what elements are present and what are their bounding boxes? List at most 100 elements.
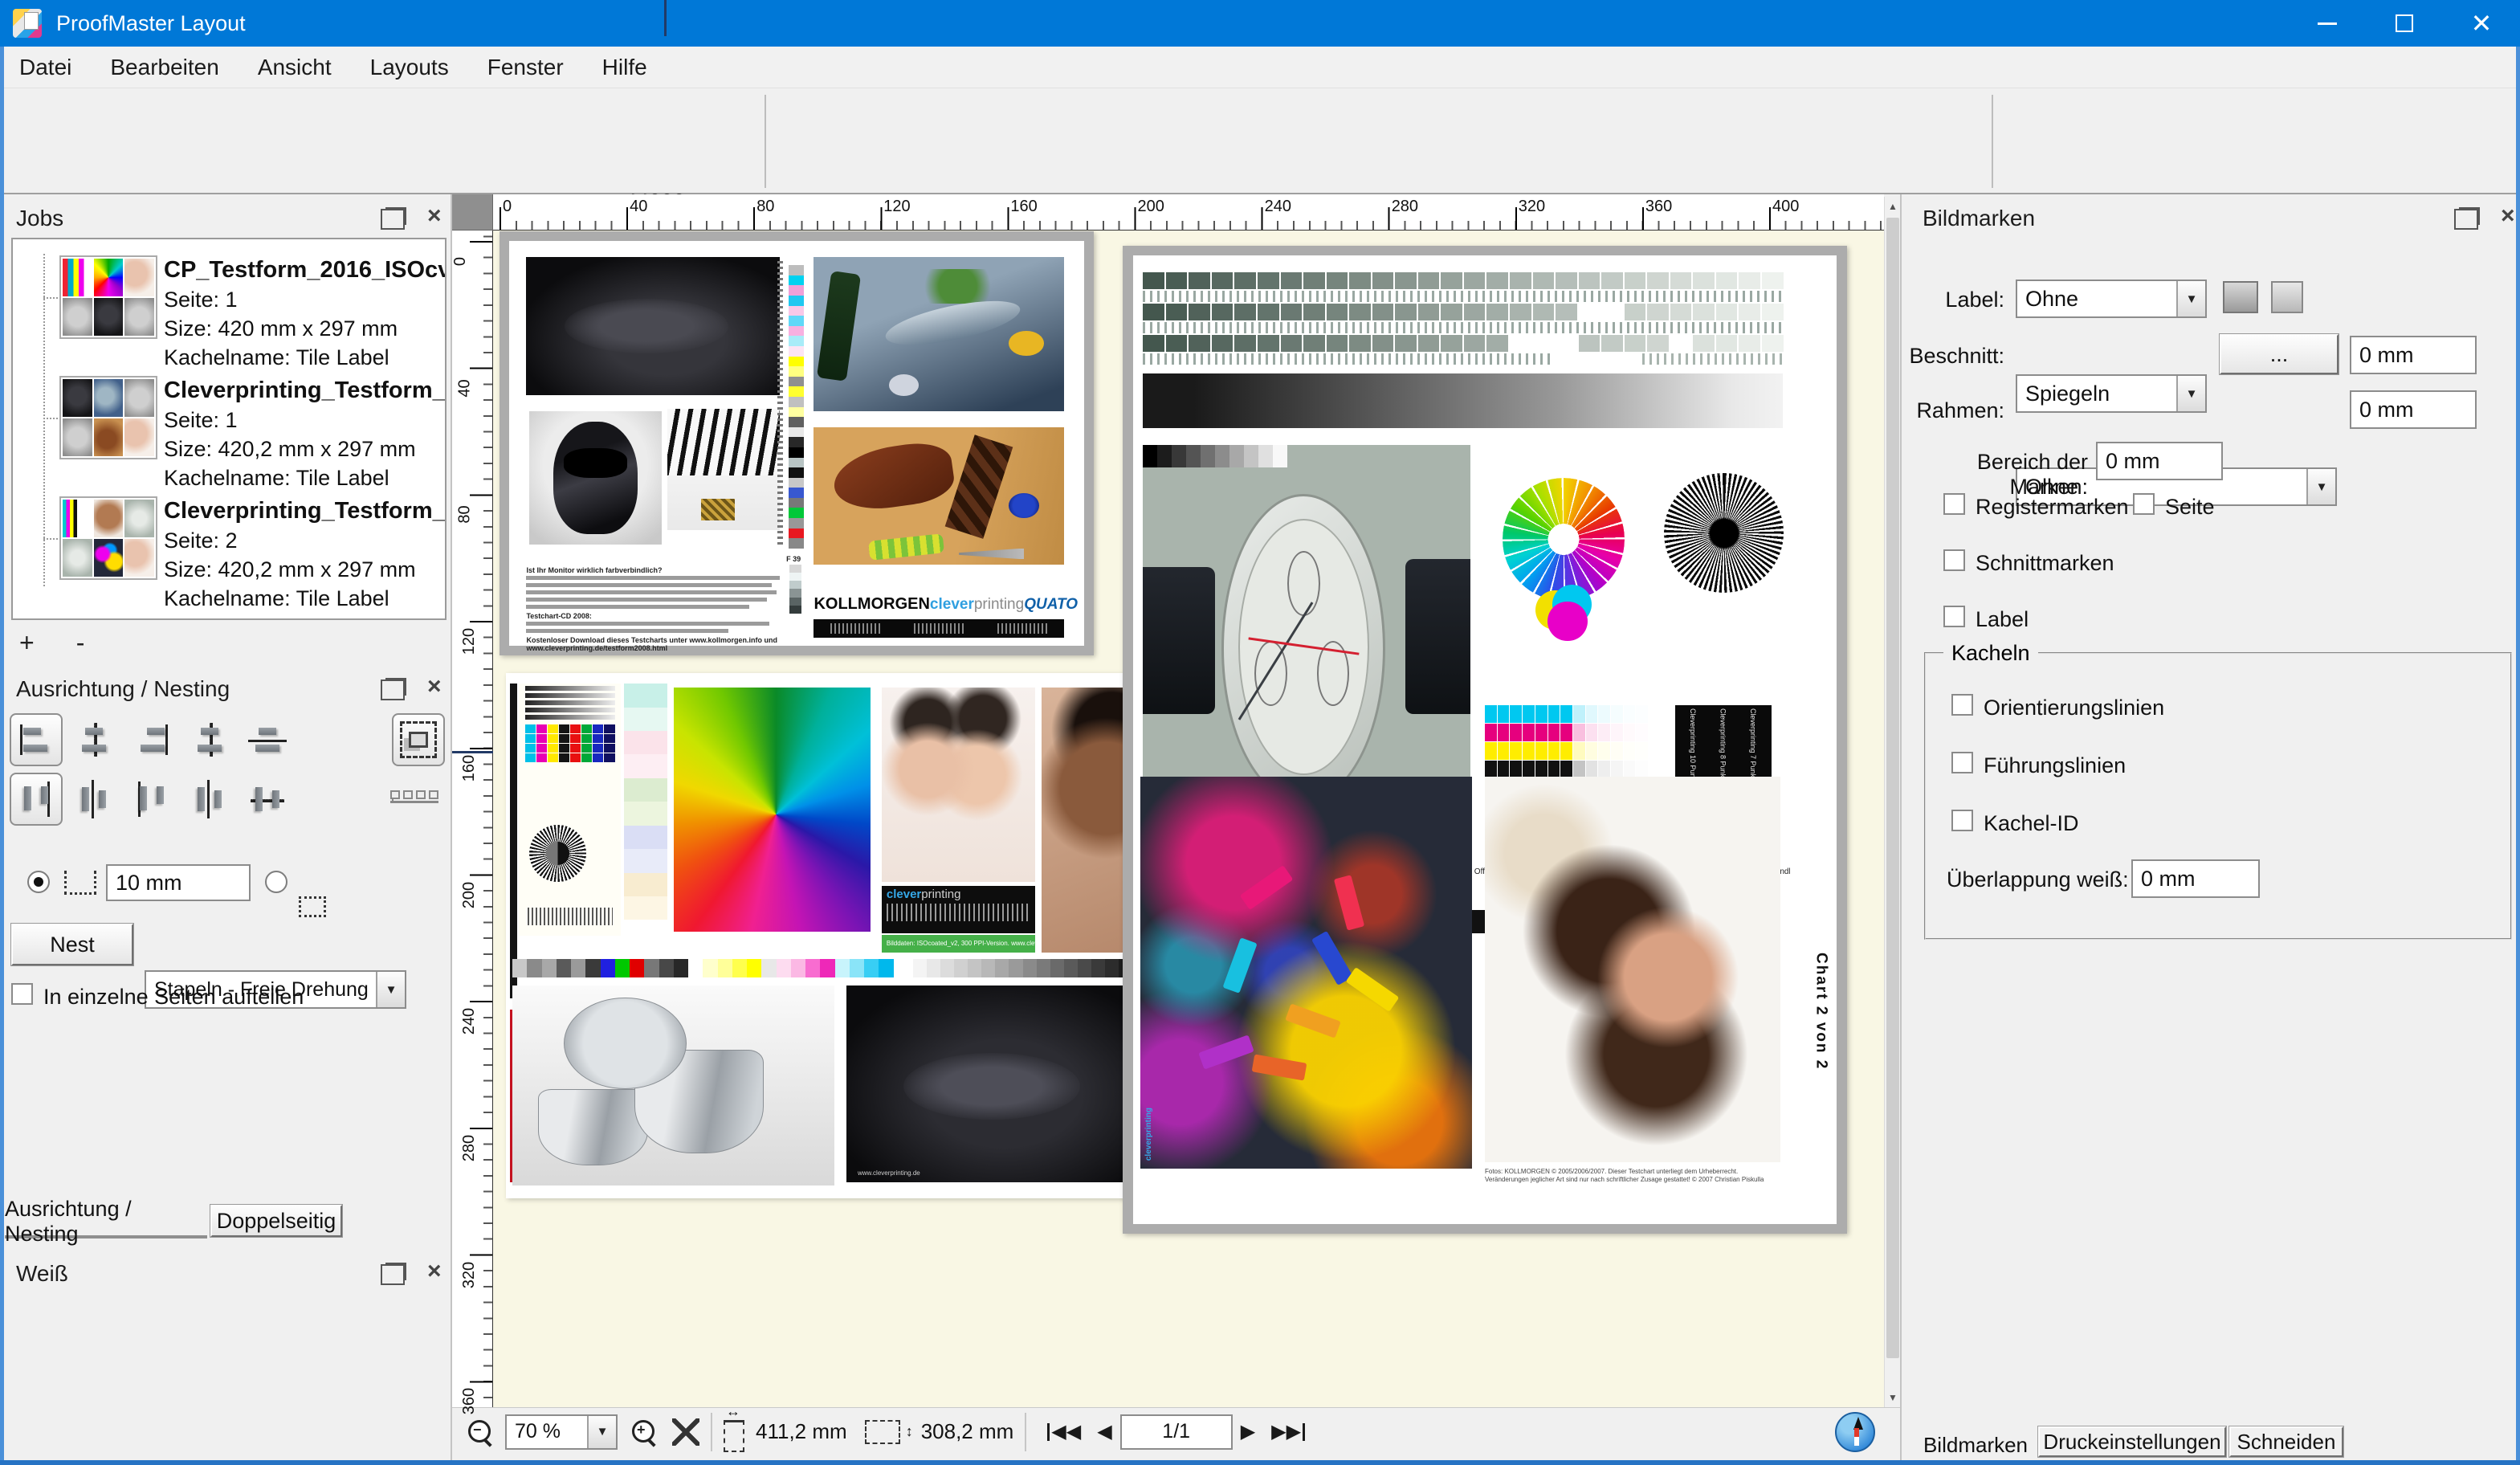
menu-item-bearbeiten[interactable]: Bearbeiten: [91, 48, 238, 87]
close-panel-icon[interactable]: ×: [427, 1263, 442, 1280]
float-panel-icon[interactable]: [385, 207, 406, 225]
tab-doppelseitig[interactable]: Doppelseitig: [210, 1205, 342, 1237]
align-center-h-button[interactable]: [67, 713, 120, 766]
maximize-button[interactable]: [2366, 0, 2443, 47]
sheet2-green-bar: Bilddaten: ISOcoated_v2, 300 PPI-Version…: [882, 935, 1035, 953]
sheet2-cleverprinting-logo: cleverprinting: [882, 886, 1035, 933]
minimize-icon: [2318, 22, 2337, 25]
ruler-left-number: 160: [460, 755, 479, 781]
rahmen-label: Rahmen:: [1902, 398, 2004, 423]
job-list-item[interactable]: Cleverprinting_Testform_200Seite: 1Size:…: [13, 373, 445, 485]
scrollbar-thumb[interactable]: [1886, 218, 1899, 1358]
statusbar-separator: [1025, 1413, 1026, 1451]
sheet1-barcode-strip: [813, 619, 1063, 638]
align-right-button[interactable]: [125, 713, 178, 766]
tab-ausrichtung-nesting[interactable]: Ausrichtung / Nesting: [5, 1208, 207, 1239]
job-list-item[interactable]: Cleverprinting_Testform_200Seite: 2Size:…: [13, 493, 445, 606]
spacing-input[interactable]: 10 mm: [106, 864, 251, 901]
spacing-radio[interactable]: [27, 871, 50, 893]
beschnitt-more-button[interactable]: ...: [2220, 334, 2339, 374]
label-checkbox[interactable]: [1943, 606, 1965, 627]
ruler-left-number: 40: [456, 379, 475, 397]
float-panel-icon[interactable]: [385, 1263, 406, 1280]
scroll-up-icon[interactable]: ▲: [1885, 197, 1901, 216]
sheet3-page[interactable]: Cleverprinting 10 Punkt Cleverprinting 8…: [1133, 255, 1837, 1224]
menu-item-hilfe[interactable]: Hilfe: [583, 48, 667, 87]
used-width-value: 411,2 mm: [756, 1419, 847, 1444]
previous-page-button[interactable]: ◀: [1097, 1420, 1111, 1443]
left-panel-column: Jobs × CP_Testform_2016_ISOcv2_Seite: 1S…: [0, 194, 452, 1465]
schnittmarken-checkbox[interactable]: [1943, 549, 1965, 571]
distribute-h-button[interactable]: [183, 713, 236, 766]
page-number-input[interactable]: 1/1: [1120, 1414, 1233, 1450]
zoom-select[interactable]: 70 %▼: [505, 1414, 618, 1450]
tab-schneiden[interactable]: Schneiden: [2229, 1426, 2343, 1457]
float-panel-icon[interactable]: [2459, 207, 2480, 225]
distribute-v-button[interactable]: [183, 773, 236, 826]
beschnitt-select[interactable]: Spiegeln▼: [2016, 374, 2207, 413]
zoom-fit-button[interactable]: [672, 1418, 699, 1446]
job-thumbnail: [59, 376, 157, 459]
rahmen-mm-input[interactable]: 0 mm: [2350, 390, 2477, 429]
color-wheel-gaps: [1503, 478, 1625, 600]
vertical-scrollbar[interactable]: ▲ ▼: [1884, 197, 1900, 1407]
snap-v-button[interactable]: [241, 773, 294, 826]
jobs-list[interactable]: CP_Testform_2016_ISOcv2_Seite: 1Size: 42…: [11, 238, 447, 620]
scroll-down-icon[interactable]: ▼: [1885, 1388, 1901, 1407]
close-panel-icon[interactable]: ×: [427, 207, 442, 225]
close-panel-icon[interactable]: ×: [427, 678, 442, 696]
canvas-viewport[interactable]: Chart 1 von 2 F 39 Ist Ihr Monitor wirkl…: [493, 231, 1884, 1407]
selection-mode-button[interactable]: [392, 713, 445, 766]
zoom-out-button[interactable]: −: [467, 1418, 494, 1446]
label-print-icon[interactable]: [2223, 281, 2258, 313]
split-pages-checkbox[interactable]: [11, 983, 33, 1005]
add-job-button[interactable]: +: [19, 628, 35, 658]
first-page-button[interactable]: ◀◀: [1046, 1420, 1081, 1443]
bereich-input[interactable]: 0 mm: [2096, 442, 2223, 480]
sheet2-page[interactable]: cleverprinting Bilddaten: ISOcoated_v2, …: [506, 673, 1163, 1198]
align-bottom-button[interactable]: [125, 773, 178, 826]
beschnitt-mm-input[interactable]: 0 mm: [2350, 336, 2477, 374]
sheet2-rainbow-fan: [674, 688, 871, 932]
close-button[interactable]: ✕: [2443, 0, 2520, 47]
align-middle-v-button[interactable]: [67, 773, 120, 826]
fuehrungslinien-checkbox[interactable]: [1951, 752, 1973, 773]
tab-bildmarken[interactable]: Bildmarken: [1916, 1430, 2035, 1460]
label-select[interactable]: Ohne▼: [2016, 280, 2207, 318]
registermarken-checkbox[interactable]: [1943, 493, 1965, 515]
seite-checkbox[interactable]: [2133, 493, 2155, 515]
label-checkbox-label: Label: [1976, 607, 2029, 632]
kachel-id-checkbox[interactable]: [1951, 810, 1973, 831]
tab-druckeinstellungen[interactable]: Druckeinstellungen: [2038, 1426, 2226, 1457]
remove-job-button[interactable]: -: [76, 628, 85, 658]
menu-item-layouts[interactable]: Layouts: [351, 48, 468, 87]
menu-item-fenster[interactable]: Fenster: [468, 48, 583, 87]
beschnitt-label: Beschnitt:: [1902, 344, 2004, 369]
job-list-item[interactable]: CP_Testform_2016_ISOcv2_Seite: 1Size: 42…: [13, 252, 445, 365]
zoom-in-button[interactable]: +: [630, 1418, 658, 1446]
align-top-button[interactable]: [10, 773, 63, 826]
menu-item-datei[interactable]: Datei: [0, 48, 91, 87]
orientierungslinien-checkbox[interactable]: [1951, 694, 1973, 716]
float-panel-icon[interactable]: [385, 678, 406, 696]
ueberlappung-input[interactable]: 0 mm: [2131, 859, 2260, 898]
label-page-icon[interactable]: [2271, 281, 2303, 313]
nesting-panel-title: Ausrichtung / Nesting: [16, 676, 230, 702]
compass-icon[interactable]: [1835, 1412, 1875, 1452]
sheet1-page[interactable]: Chart 1 von 2 F 39 Ist Ihr Monitor wirkl…: [509, 241, 1084, 646]
snap-h-button[interactable]: [241, 713, 294, 766]
align-left-button[interactable]: [10, 713, 63, 766]
strip-layout-button[interactable]: [390, 790, 438, 803]
minimize-button[interactable]: [2289, 0, 2366, 47]
menu-item-ansicht[interactable]: Ansicht: [239, 48, 351, 87]
next-page-button[interactable]: ▶: [1241, 1420, 1255, 1443]
close-panel-icon[interactable]: ×: [2501, 207, 2515, 225]
nest-button[interactable]: Nest: [11, 924, 133, 965]
align-right-button-icon: [136, 726, 168, 753]
ruler-top-number: 320: [1519, 198, 1545, 216]
grid-radio[interactable]: [265, 871, 287, 893]
grayscale-wedge: [1143, 445, 1287, 467]
last-page-button[interactable]: ▶▶: [1271, 1420, 1307, 1443]
ruler-vertical: [452, 231, 493, 1407]
grid-spacing-icon: [299, 896, 326, 917]
